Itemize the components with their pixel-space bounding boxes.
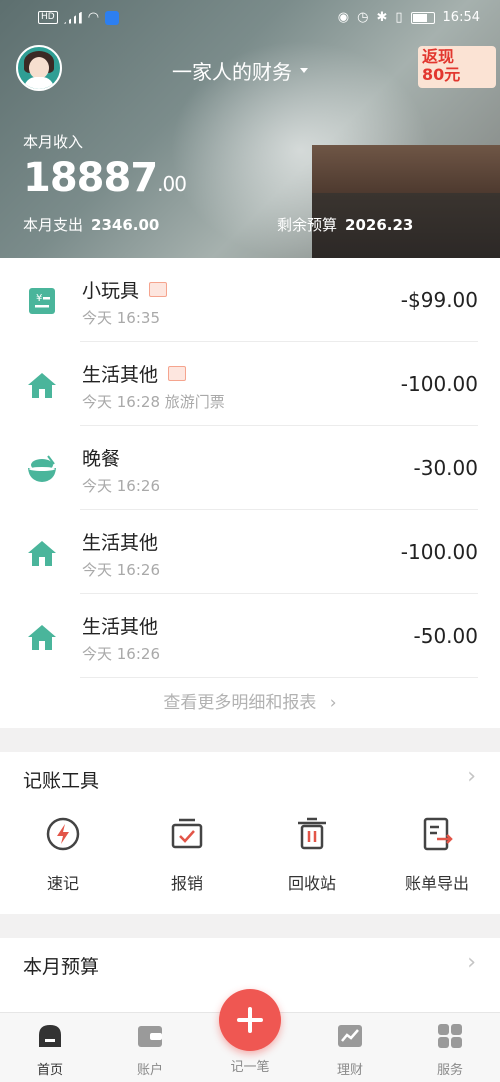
transaction-amount: -30.00 <box>413 456 478 480</box>
transaction-title: 生活其他 <box>82 616 159 638</box>
promo-badge[interactable]: 返现 80元 <box>418 46 496 88</box>
grid-icon <box>438 1024 462 1048</box>
transaction-title: 生活其他 <box>82 532 159 554</box>
battery-icon <box>410 11 435 24</box>
transaction-title: 生活其他 <box>82 364 159 386</box>
tab-home[interactable]: 首页 <box>10 1023 90 1078</box>
tools-title: 记账工具 <box>23 770 100 792</box>
income-label: 本月收入 <box>23 133 84 151</box>
vibrate-icon: ▯ <box>395 10 403 25</box>
book-title: 一家人的财务 <box>172 60 292 84</box>
tools-section: 记账工具 › 速记 报销 回收站 账单导出 <box>0 752 500 914</box>
home-icon <box>39 1025 61 1047</box>
background-table-top <box>312 145 500 193</box>
book-selector[interactable]: 一家人的财务 <box>172 56 308 85</box>
tool-label: 回收站 <box>287 874 336 893</box>
tab-finance[interactable]: 理财 <box>310 1023 390 1078</box>
eye-icon: ◉ <box>337 10 350 25</box>
house-icon <box>28 625 56 650</box>
transaction-amount: -100.00 <box>400 540 478 564</box>
tool-bill-export[interactable]: 账单导出 <box>382 816 492 894</box>
transaction-title: 晚餐 <box>82 448 121 470</box>
transaction-meta: 今天 16:28 旅游门票 <box>82 393 225 411</box>
trash-icon <box>298 817 326 850</box>
image-attachment-icon <box>149 282 168 297</box>
transaction-amount: -50.00 <box>413 624 478 648</box>
lightning-icon <box>46 817 80 851</box>
transaction-list: ¥ 小玩具 今天 16:35 -$99.00 生活其他 今天 16:28 旅游门… <box>0 258 500 728</box>
chart-icon <box>338 1025 362 1047</box>
chevron-right-icon[interactable]: › <box>467 764 476 789</box>
transaction-row[interactable]: 晚餐 今天 16:26 -30.00 <box>0 426 500 510</box>
transaction-meta: 今天 16:26 <box>82 477 160 495</box>
image-attachment-icon <box>168 366 187 381</box>
budget-title: 本月预算 <box>23 956 100 978</box>
bluetooth-icon: ✱ <box>376 10 388 25</box>
tool-label: 账单导出 <box>404 874 469 893</box>
add-record-label: 记一笔 <box>230 1060 270 1075</box>
transaction-title: 小玩具 <box>82 280 140 302</box>
house-icon <box>28 541 56 566</box>
avatar[interactable] <box>16 45 62 91</box>
export-icon <box>423 817 453 851</box>
promo-line2: 80元 <box>422 65 461 84</box>
add-record-button[interactable] <box>219 989 281 1051</box>
rice-bowl-icon <box>28 455 56 482</box>
transaction-amount: -$99.00 <box>400 288 478 312</box>
chevron-right-icon: › <box>329 693 337 713</box>
alarm-icon: ◷ <box>357 10 369 25</box>
security-app-icon <box>105 10 120 25</box>
promo-line1: 返现 <box>422 47 455 66</box>
budget-left-summary[interactable]: 剩余预算 2026.23 <box>277 214 413 235</box>
transaction-meta: 今天 16:26 <box>82 561 160 579</box>
transaction-row[interactable]: 生活其他 今天 16:26 -100.00 <box>0 510 500 594</box>
more-details-link[interactable]: 查看更多明细和报表 › <box>0 688 500 713</box>
tool-quick-record[interactable]: 速记 <box>8 816 118 894</box>
tab-accounts[interactable]: 账户 <box>110 1023 190 1078</box>
tab-services[interactable]: 服务 <box>410 1023 490 1078</box>
expense-summary[interactable]: 本月支出 2346.00 <box>23 214 159 235</box>
reimburse-icon <box>171 818 203 849</box>
chevron-right-icon: › <box>467 950 476 975</box>
signal-icon <box>63 11 82 24</box>
tool-label: 报销 <box>170 874 203 893</box>
tool-recycle-bin[interactable]: 回收站 <box>257 816 367 894</box>
wifi-icon: ◠ <box>87 10 100 25</box>
transaction-amount: -100.00 <box>400 372 478 396</box>
clock-time: 16:54 <box>442 10 480 25</box>
house-icon <box>28 373 56 398</box>
tool-reimburse[interactable]: 报销 <box>132 816 242 894</box>
tool-label: 速记 <box>46 874 79 893</box>
transaction-row[interactable]: ¥ 小玩具 今天 16:35 -$99.00 <box>0 258 500 342</box>
wallet-icon <box>138 1026 162 1047</box>
transaction-meta: 今天 16:26 <box>82 645 160 663</box>
svg-text:¥: ¥ <box>36 293 42 304</box>
transaction-meta: 今天 16:35 <box>82 309 160 327</box>
network-badge: HD <box>38 11 58 24</box>
income-value[interactable]: 18887.00 <box>23 155 187 201</box>
transaction-row[interactable]: 生活其他 今天 16:28 旅游门票 -100.00 <box>0 342 500 426</box>
status-bar: HD ◠ ◉ ◷ ✱ ▯ 16:54 <box>0 0 500 36</box>
cash-note-icon: ¥ <box>29 288 55 314</box>
caret-down-icon <box>300 68 308 73</box>
transaction-row[interactable]: 生活其他 今天 16:26 -50.00 <box>0 594 500 678</box>
